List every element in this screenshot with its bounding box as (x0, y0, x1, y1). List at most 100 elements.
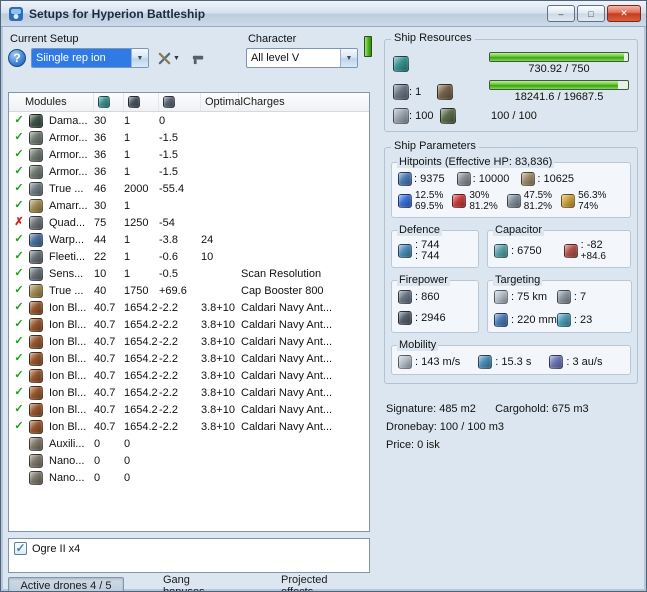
hitpoints-panel: Hitpoints (Effective HP: 83,836) 9375 10… (391, 156, 631, 218)
module-powergrid: 1654.2 (124, 301, 158, 314)
tab-gang-bonuses[interactable]: Gang bonuses (154, 574, 242, 592)
module-row[interactable]: Nano... 0 0 (9, 469, 369, 486)
module-row[interactable]: Nano... 0 0 (9, 452, 369, 469)
column-modules[interactable]: Modules (9, 93, 94, 111)
module-row[interactable]: ✓ Armor... 36 1 -1.5 (9, 129, 369, 146)
column-optimal[interactable]: Optimal (201, 93, 243, 111)
module-cap: -2.2 (159, 352, 178, 365)
firepower-title: Firepower (397, 274, 450, 286)
module-row[interactable]: ✓ Ion Bl... 40.7 1654.2 -2.2 3.8+10 Cald… (9, 333, 369, 350)
titlebar[interactable]: Setups for Hyperion Battleship – □ ✕ (1, 1, 646, 27)
help-button[interactable]: ? (8, 49, 26, 67)
module-cpu: 40.7 (94, 420, 116, 433)
module-row[interactable]: ✓ Ion Bl... 40.7 1654.2 -2.2 3.8+10 Cald… (9, 384, 369, 401)
column-cpu[interactable] (94, 93, 124, 111)
setup-select[interactable]: Siingle rep ion ▼ (31, 48, 149, 68)
module-optimal: 24 (201, 233, 214, 246)
module-row[interactable]: ✓ Ion Bl... 40.7 1654.2 -2.2 3.8+10 Cald… (9, 367, 369, 384)
capacitor-panel: Capacitor 6750 -82 +84.6 (487, 224, 631, 268)
module-name: Fleeti... (49, 250, 86, 263)
drone-row[interactable]: ✓ Ogre II x4 (14, 542, 364, 555)
mobility-title: Mobility (397, 339, 439, 351)
defence-panel: Defence 744 744 (391, 224, 479, 268)
turret-hardpoints-value: 1 (409, 86, 421, 98)
damage-pattern-button[interactable] (188, 48, 210, 68)
module-cpu: 40.7 (94, 318, 116, 331)
minimize-button[interactable]: – (547, 5, 575, 22)
module-optimal: 3.8+10 (201, 318, 235, 331)
module-row[interactable]: ✓ Amarr... 30 1 (9, 197, 369, 214)
close-button[interactable]: ✕ (607, 5, 641, 22)
window-title: Setups for Hyperion Battleship (29, 6, 206, 21)
module-row[interactable]: ✓ Armor... 36 1 -1.5 (9, 146, 369, 163)
module-charge: Caldari Navy Ant... (241, 335, 333, 348)
module-row[interactable]: ✓ True ... 46 2000 -55.4 (9, 180, 369, 197)
explosive-resist-icon (561, 194, 576, 208)
capacitor-capacity-icon (494, 244, 508, 258)
module-cpu: 36 (94, 165, 107, 178)
module-row[interactable]: ✓ Ion Bl... 40.7 1654.2 -2.2 3.8+10 Cald… (9, 350, 369, 367)
module-optimal: 3.8+10 (201, 420, 235, 433)
chevron-down-icon[interactable]: ▼ (339, 49, 357, 67)
module-row[interactable]: ✓ Ion Bl... 40.7 1654.2 -2.2 3.8+10 Cald… (9, 418, 369, 435)
module-cpu: 75 (94, 216, 107, 229)
maximize-button[interactable]: □ (577, 5, 605, 22)
module-cpu: 0 (94, 471, 101, 484)
module-row[interactable]: ✓ Dama... 30 1 0 (9, 112, 369, 129)
scan-resolution-icon (494, 313, 508, 327)
module-powergrid: 1654.2 (124, 386, 158, 399)
drone-checkbox[interactable]: ✓ (14, 542, 27, 555)
module-name: Armor... (49, 131, 88, 144)
powergrid-bar-fill (490, 81, 619, 89)
module-powergrid: 0 (124, 471, 131, 484)
module-row[interactable]: ✓ Ion Bl... 40.7 1654.2 -2.2 3.8+10 Cald… (9, 316, 369, 333)
column-powergrid[interactable] (124, 93, 159, 111)
module-name: Quad... (49, 216, 86, 229)
module-name: Auxili... (49, 437, 85, 450)
ion-blaster-icon (29, 334, 43, 349)
module-row[interactable]: ✓ Fleeti... 22 1 -0.6 10 (9, 248, 369, 265)
module-charge: Caldari Navy Ant... (241, 301, 333, 314)
resource-level-bar (364, 36, 372, 57)
tab-active-drones[interactable]: Active drones 4 / 5 (8, 577, 124, 591)
module-row[interactable]: ✓ Ion Bl... 40.7 1654.2 -2.2 3.8+10 Cald… (9, 401, 369, 418)
defence-title: Defence (397, 224, 442, 236)
module-cpu: 40.7 (94, 301, 116, 314)
current-setup-label: Current Setup (10, 33, 79, 45)
module-row[interactable]: ✓ Ion Bl... 40.7 1654.2 -2.2 3.8+10 Cald… (9, 299, 369, 316)
status-icon: ✓ (14, 386, 24, 398)
module-row[interactable]: ✓ Sens... 10 1 -0.5 Scan Resolution (9, 265, 369, 282)
module-cpu: 30 (94, 114, 107, 127)
shield-icon (398, 172, 412, 186)
warp-scrambler-icon (29, 232, 43, 247)
status-icon: ✓ (14, 284, 24, 296)
setup-tools-button[interactable]: ▼ (154, 48, 183, 68)
modules-table-header: Modules Optimal Charges (9, 93, 369, 112)
check-icon: ✓ (15, 541, 26, 555)
align-time-icon (478, 355, 493, 369)
velocity-value: 143 m/s (415, 356, 460, 368)
module-cpu: 40.7 (94, 335, 116, 348)
module-row[interactable]: ✓ Armor... 36 1 -1.5 (9, 163, 369, 180)
module-cap: -2.2 (159, 318, 178, 331)
character-select[interactable]: All level V ▼ (245, 48, 358, 68)
capacitor-title: Capacitor (493, 224, 545, 236)
module-name: Nano... (49, 471, 85, 484)
tab-projected-effects[interactable]: Projected effects (272, 574, 370, 592)
module-charge: Caldari Navy Ant... (241, 352, 333, 365)
character-group: Character All level V ▼ (245, 33, 358, 68)
column-capacitor[interactable] (159, 93, 201, 111)
column-charges[interactable]: Charges (239, 93, 369, 111)
module-powergrid: 0 (124, 454, 131, 467)
module-cap: -2.2 (159, 301, 178, 314)
character-select-value: All level V (250, 52, 300, 64)
module-row[interactable]: ✓ True ... 40 1750 +69.6 Cap Booster 800 (9, 282, 369, 299)
ship-resources-title: Ship Resources (391, 32, 475, 44)
module-row[interactable]: ✓ Warp... 44 1 -3.8 24 (9, 231, 369, 248)
max-targets-value: 7 (574, 291, 586, 303)
armor-hardener-icon (29, 130, 43, 145)
sensor-strength-icon (556, 313, 571, 327)
module-row[interactable]: ✗ Quad... 75 1250 -54 (9, 214, 369, 231)
chevron-down-icon[interactable]: ▼ (131, 49, 148, 67)
module-row[interactable]: Auxili... 0 0 (9, 435, 369, 452)
